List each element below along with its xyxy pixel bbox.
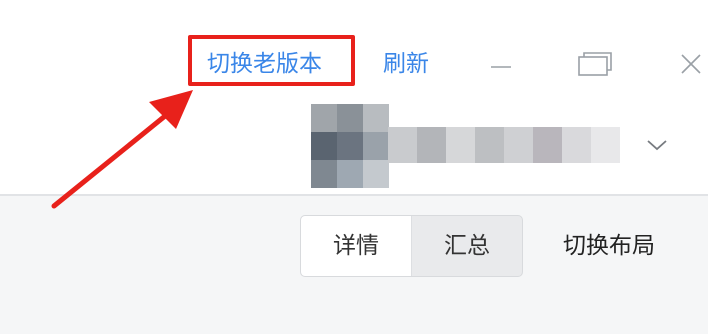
close-icon[interactable] [671,44,708,84]
switch-layout-button[interactable]: 切换布局 [563,231,655,261]
tab-summary[interactable]: 汇总 [412,216,522,276]
restore-icon[interactable] [575,44,615,84]
chevron-down-icon[interactable] [640,131,674,159]
avatar[interactable] [311,104,389,188]
view-segmented-control: 详情 汇总 [300,215,523,277]
refresh-link[interactable]: 刷新 [383,49,429,79]
tab-details[interactable]: 详情 [301,216,412,276]
annotation-highlight-box [188,35,355,86]
username-blurred[interactable] [388,127,620,163]
minimize-icon[interactable] [481,44,521,84]
